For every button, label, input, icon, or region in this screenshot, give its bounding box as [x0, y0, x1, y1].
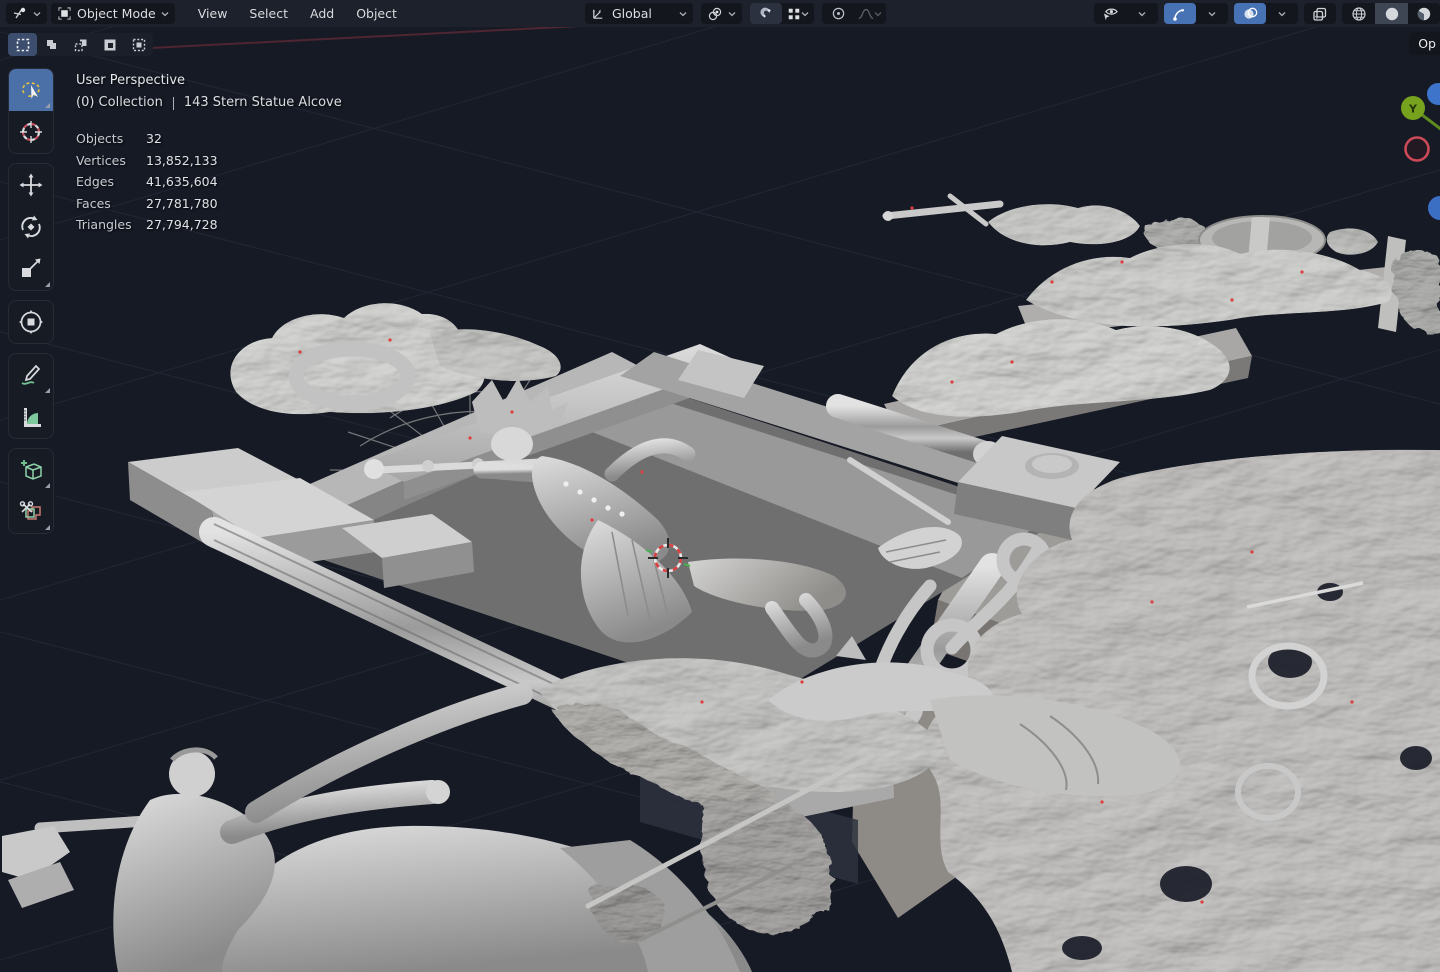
select-mode-subtract[interactable]	[66, 33, 95, 56]
select-extend-icon	[44, 37, 60, 53]
chevron-down-icon	[1208, 10, 1216, 18]
measure-icon	[18, 404, 44, 430]
shading-wireframe-button[interactable]	[1342, 3, 1375, 24]
proportional-editing-button[interactable]	[822, 3, 854, 24]
show-overlays-toggle[interactable]	[1234, 3, 1266, 24]
axis-z-ball[interactable]	[1427, 83, 1440, 105]
chevron-down-icon	[801, 10, 809, 18]
chevron-down-icon	[679, 10, 687, 18]
snap-magnet-icon	[759, 6, 774, 21]
cut-tool-icon	[18, 499, 44, 525]
show-gizmos-icon	[1172, 6, 1188, 22]
chevron-down-icon	[1278, 10, 1286, 18]
tool-rotate[interactable]	[9, 206, 53, 248]
scale-icon	[18, 256, 44, 282]
shading-solid-button[interactable]	[1375, 3, 1408, 24]
editor-3d-viewport-icon	[12, 6, 28, 22]
select-subtract-icon	[73, 37, 89, 53]
axis-x-negative-ball[interactable]	[1406, 138, 1429, 161]
menu-view[interactable]: View	[187, 3, 239, 24]
select-mode-intersect[interactable]	[124, 33, 153, 56]
chevron-down-icon	[1138, 10, 1146, 18]
toggle-xray-icon	[1312, 6, 1328, 22]
material-preview-icon	[1416, 6, 1432, 22]
transform-orientation-dropdown[interactable]: Global	[585, 3, 693, 24]
select-invert-icon	[102, 37, 118, 53]
menu-object[interactable]: Object	[345, 3, 408, 24]
axis-y-label: Y	[1408, 103, 1418, 116]
editor-type-button[interactable]	[6, 3, 47, 24]
tool-scale[interactable]	[9, 248, 53, 290]
annotate-icon	[18, 362, 44, 388]
select-mode-invert[interactable]	[95, 33, 124, 56]
tool-cut[interactable]	[9, 491, 53, 533]
viewport-canvas[interactable]	[0, 0, 1440, 972]
show-gizmos-toggle[interactable]	[1164, 3, 1196, 24]
wireframe-icon	[1351, 6, 1367, 22]
tool-measure[interactable]	[9, 396, 53, 438]
solid-shading-icon	[1384, 6, 1400, 22]
cursor-tool-icon	[18, 119, 44, 145]
add-cube-icon	[18, 457, 44, 483]
axis-z-negative-ball[interactable]	[1428, 196, 1440, 220]
shading-material-button[interactable]	[1408, 3, 1440, 24]
select-mode-set[interactable]	[8, 33, 37, 56]
show-object-types-dropdown[interactable]	[1126, 3, 1158, 24]
show-object-types-icon	[1102, 6, 1119, 21]
gizmos-dropdown[interactable]	[1196, 3, 1228, 24]
mode-label: Object Mode	[77, 6, 156, 21]
blender-window: { "topbar": { "editor_type_icon": "edito…	[0, 0, 1440, 972]
snap-target-icon	[787, 7, 801, 21]
select-box-icon	[18, 77, 44, 103]
mode-dropdown[interactable]: Object Mode	[51, 3, 175, 24]
show-overlays-icon	[1242, 6, 1258, 22]
falloff-curve-icon	[858, 7, 874, 21]
select-intersect-icon	[131, 37, 147, 53]
tool-select-box[interactable]	[9, 69, 53, 111]
options-label: Op	[1418, 36, 1436, 51]
move-icon	[18, 172, 44, 198]
snap-settings-dropdown[interactable]	[782, 3, 814, 24]
object-mode-icon	[57, 6, 72, 21]
tool-annotate[interactable]	[9, 354, 53, 396]
snap-toggle-button[interactable]	[750, 3, 782, 24]
chevron-down-icon	[874, 10, 882, 18]
toolbar	[8, 68, 54, 534]
proportional-editing-icon	[831, 6, 846, 21]
select-set-icon	[15, 37, 31, 53]
orientation-label: Global	[612, 6, 652, 21]
orientation-icon	[591, 6, 606, 21]
pivot-point-icon	[707, 6, 723, 22]
chevron-down-icon	[161, 10, 169, 18]
navigation-gizmo[interactable]: Y	[1380, 80, 1440, 220]
chevron-down-icon	[33, 10, 41, 18]
tool-cursor[interactable]	[9, 111, 53, 153]
toggle-xray-button[interactable]	[1304, 3, 1336, 24]
rotate-icon	[18, 214, 44, 240]
tool-move[interactable]	[9, 164, 53, 206]
pivot-point-dropdown[interactable]	[701, 3, 742, 24]
menu-select[interactable]: Select	[238, 3, 299, 24]
overlays-dropdown[interactable]	[1266, 3, 1298, 24]
transform-icon	[18, 309, 44, 335]
menu-add[interactable]: Add	[299, 3, 345, 24]
chevron-down-icon	[728, 10, 736, 18]
options-button[interactable]: Op	[1409, 32, 1440, 55]
shading-mode-group	[1342, 3, 1440, 24]
show-object-types-button[interactable]	[1094, 3, 1126, 24]
proportional-falloff-dropdown[interactable]	[854, 3, 886, 24]
tool-transform[interactable]	[9, 301, 53, 343]
tool-add-cube[interactable]	[9, 449, 53, 491]
topbar: Object Mode View Select Add Object Globa…	[0, 0, 1440, 27]
select-mode-extend[interactable]	[37, 33, 66, 56]
select-mode-group	[8, 33, 153, 56]
